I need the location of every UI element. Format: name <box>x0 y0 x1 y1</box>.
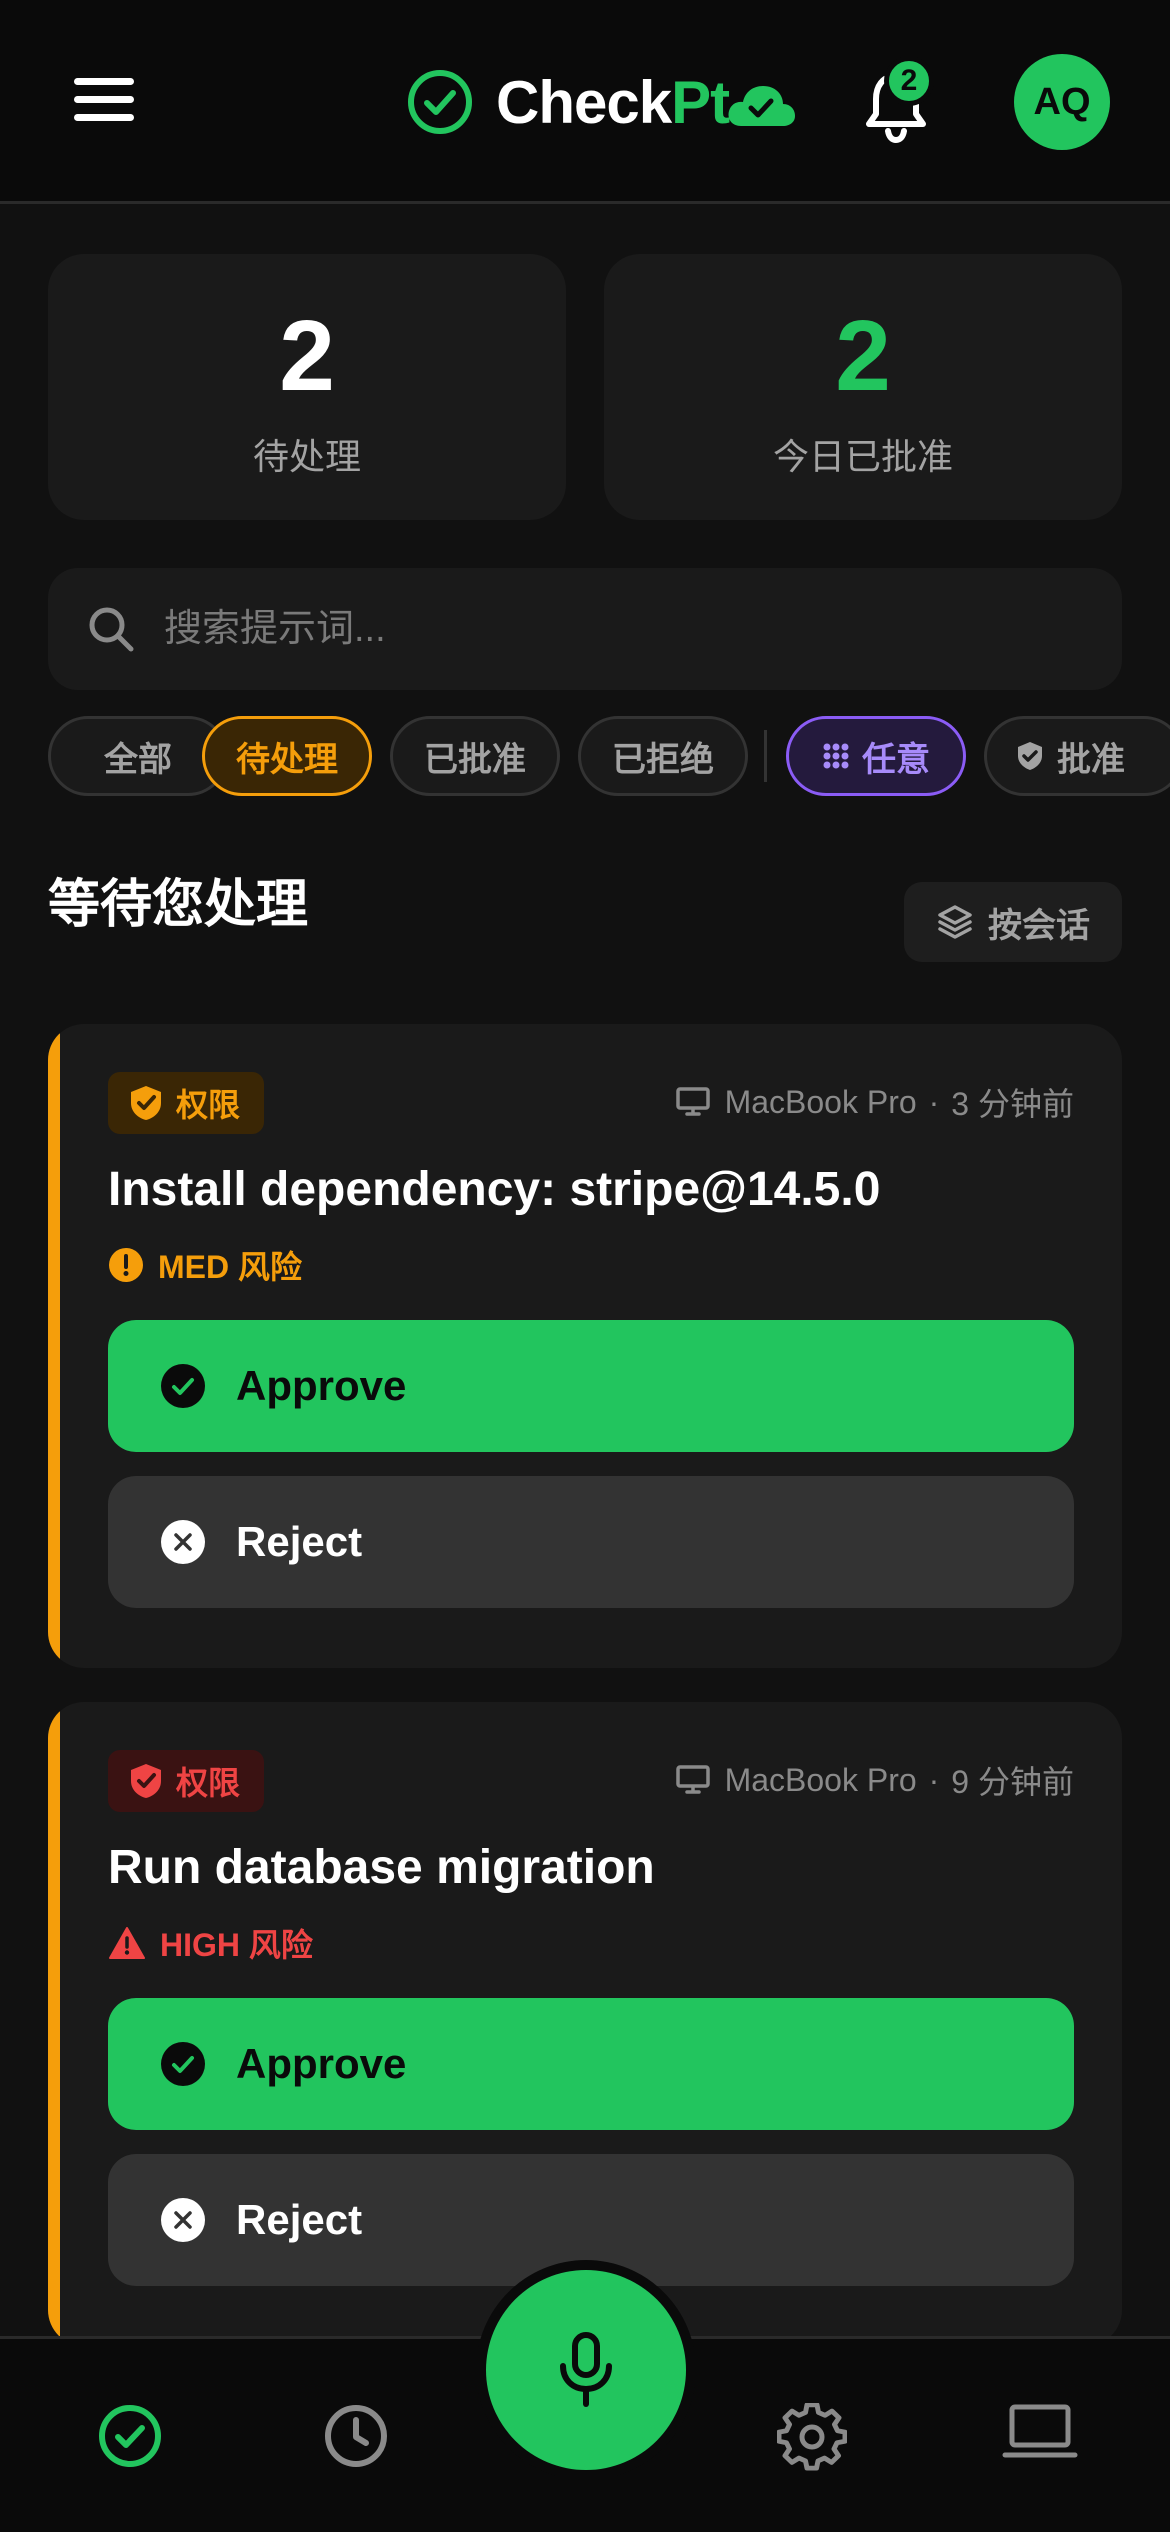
approved-today-label: 今日已批准 <box>772 436 953 477</box>
clock-icon <box>325 2405 387 2467</box>
voice-input-button[interactable] <box>486 2270 686 2470</box>
section-title: 等待您处理 <box>48 876 309 934</box>
card-stripe <box>48 1024 60 1668</box>
reject-button[interactable]: Reject <box>108 1476 1074 1608</box>
meta-separator: · <box>928 1083 940 1120</box>
approved-today-stat-card: 2 今日已批准 <box>604 254 1122 520</box>
check-circle-icon <box>161 1364 205 1408</box>
cloud-check-icon <box>728 86 796 126</box>
risk-level: MED 风险 <box>108 1244 302 1286</box>
filter-chip-approval-type-label: 批准 <box>1057 740 1125 779</box>
approve-button[interactable]: Approve <box>108 1998 1074 2130</box>
check-circle-icon <box>161 2042 205 2086</box>
risk-level: HIGH 风险 <box>108 1922 313 1964</box>
nav-item-devices[interactable] <box>980 2403 1100 2523</box>
app-logo: CheckPt <box>406 66 797 138</box>
group-by-session-button[interactable]: 按会话 <box>904 882 1122 962</box>
request-time: 3 分钟前 <box>951 1086 1074 1122</box>
laptop-icon <box>675 1765 710 1794</box>
approved-today-count: 2 <box>835 300 891 412</box>
search-icon <box>89 607 134 652</box>
risk-label: MED 风险 <box>158 1249 303 1285</box>
group-by-session-label: 按会话 <box>988 906 1090 945</box>
approve-button[interactable]: Approve <box>108 1320 1074 1452</box>
permission-tag: 权限 <box>108 1072 265 1134</box>
request-title: Run database migration <box>108 1841 655 1894</box>
risk-label: HIGH 风险 <box>160 1927 313 1963</box>
request-card: 权限 MacBook Pro · 9 分钟前 Run database migr… <box>48 1702 1122 2346</box>
avatar[interactable]: AQ <box>1014 54 1110 150</box>
approve-label: Approve <box>236 2040 407 2087</box>
alert-circle-icon <box>109 1248 143 1282</box>
x-circle-icon <box>161 2198 205 2242</box>
request-meta: MacBook Pro · 9 分钟前 <box>675 1758 1074 1802</box>
warning-triangle-icon <box>109 1927 145 1959</box>
nav-item-history[interactable] <box>296 2403 416 2523</box>
laptop-icon <box>675 1087 710 1116</box>
search-bar[interactable] <box>48 568 1122 690</box>
card-stripe <box>48 1702 60 2346</box>
pending-count: 2 <box>279 300 335 412</box>
layers-icon <box>938 905 972 939</box>
reject-label: Reject <box>236 2196 363 2243</box>
laptop-icon <box>1002 2404 1078 2458</box>
mic-icon <box>560 2332 612 2407</box>
permission-tag-label: 权限 <box>176 1087 241 1123</box>
nav-item-approvals[interactable] <box>70 2403 190 2523</box>
filter-chip-any-type[interactable]: 任意 <box>786 716 966 796</box>
grid-icon <box>823 743 849 769</box>
notification-badge: 2 <box>884 56 934 106</box>
gear-icon <box>777 2403 847 2471</box>
meta-separator: · <box>928 1761 940 1798</box>
pending-stat-card: 2 待处理 <box>48 254 566 520</box>
shield-icon <box>1018 742 1042 770</box>
app-name: CheckPt <box>496 68 730 136</box>
filter-chip-pending[interactable]: 待处理 <box>202 716 372 796</box>
check-circle-icon <box>99 2405 161 2467</box>
device-name: MacBook Pro <box>724 1083 917 1120</box>
request-meta: MacBook Pro · 3 分钟前 <box>675 1080 1074 1124</box>
filter-chip-approval-type[interactable]: 批准 <box>984 716 1170 796</box>
pending-label: 待处理 <box>252 436 361 477</box>
request-title: Install dependency: stripe@14.5.0 <box>108 1163 881 1216</box>
filter-chip-rejected[interactable]: 已拒绝 <box>578 716 748 796</box>
filter-chips: 全部 待处理 已批准 已拒绝 任意 批准 <box>48 716 1170 798</box>
filter-chip-all[interactable]: 全部 <box>48 716 228 796</box>
approve-label: Approve <box>236 1362 407 1409</box>
reject-label: Reject <box>236 1518 363 1565</box>
nav-item-settings[interactable] <box>752 2403 872 2523</box>
menu-icon[interactable] <box>74 78 134 126</box>
search-input[interactable] <box>164 607 1064 651</box>
permission-tag-label: 权限 <box>176 1765 241 1801</box>
chip-divider <box>764 730 767 782</box>
app-header: CheckPt 2 AQ <box>0 0 1170 204</box>
permission-tag: 权限 <box>108 1750 265 1812</box>
check-circle-icon <box>408 70 472 134</box>
request-card: 权限 MacBook Pro · 3 分钟前 Install dependenc… <box>48 1024 1122 1668</box>
filter-chip-approved[interactable]: 已批准 <box>390 716 560 796</box>
shield-icon <box>131 1764 161 1798</box>
request-time: 9 分钟前 <box>951 1764 1074 1800</box>
x-circle-icon <box>161 1520 205 1564</box>
shield-icon <box>131 1086 161 1120</box>
filter-chip-any-type-label: 任意 <box>862 740 930 779</box>
device-name: MacBook Pro <box>724 1761 917 1798</box>
